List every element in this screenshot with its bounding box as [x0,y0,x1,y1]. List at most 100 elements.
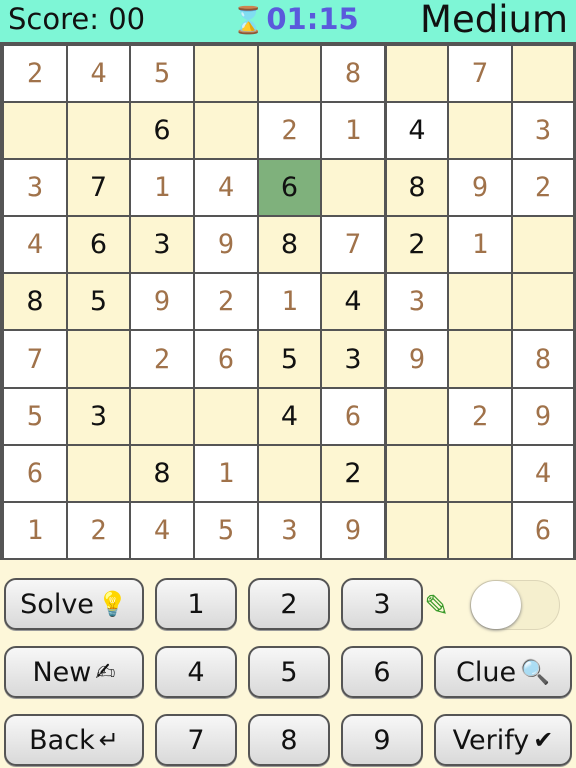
sudoku-cell-r7c5[interactable]: 4 [259,389,320,444]
sudoku-cell-r5c6[interactable]: 4 [322,274,384,329]
sudoku-cell-r9c7[interactable] [387,503,447,558]
back-button[interactable]: Back ↵ [4,714,144,766]
sudoku-cell-r9c6[interactable]: 9 [322,503,384,558]
digit-button-2[interactable]: 2 [248,578,330,630]
pencil-mode-toggle[interactable] [470,580,560,630]
sudoku-cell-r3c6[interactable] [322,160,384,215]
sudoku-cell-r7c7[interactable] [387,389,447,444]
sudoku-cell-r9c1[interactable]: 1 [4,503,66,558]
sudoku-cell-r3c5[interactable]: 6 [259,160,320,215]
new-button[interactable]: New ✍ [4,646,144,698]
sudoku-cell-r6c6[interactable]: 3 [322,331,384,387]
toggle-knob[interactable] [471,581,521,629]
sudoku-cell-r5c7[interactable]: 3 [387,274,447,329]
sudoku-cell-r1c1[interactable]: 2 [4,46,66,101]
sudoku-cell-r2c4[interactable] [195,103,257,158]
sudoku-cell-r2c2[interactable] [68,103,129,158]
sudoku-cell-r1c8[interactable]: 7 [449,46,511,101]
sudoku-cell-r7c2[interactable]: 3 [68,389,129,444]
sudoku-cell-r4c9[interactable] [513,217,573,272]
digit-button-8[interactable]: 8 [248,714,330,766]
sudoku-cell-r3c1[interactable]: 3 [4,160,66,215]
sudoku-cell-r7c3[interactable] [131,389,193,444]
sudoku-cell-r2c8[interactable] [449,103,511,158]
sudoku-cell-r7c9[interactable]: 9 [513,389,573,444]
sudoku-cell-r5c4[interactable]: 2 [195,274,257,329]
sudoku-cell-r9c5[interactable]: 3 [259,503,320,558]
sudoku-cell-r3c7[interactable]: 8 [387,160,447,215]
sudoku-cell-r2c6[interactable]: 1 [322,103,384,158]
sudoku-cell-r1c4[interactable] [195,46,257,101]
new-label: New [32,656,92,688]
lightbulb-icon: 💡 [97,590,128,618]
sudoku-cell-r1c2[interactable]: 4 [68,46,129,101]
sudoku-cell-r6c8[interactable] [449,331,511,387]
sudoku-cell-r9c8[interactable] [449,503,511,558]
sudoku-cell-r8c9[interactable]: 4 [513,446,573,501]
digit-button-1[interactable]: 1 [155,578,237,630]
sudoku-cell-r8c8[interactable] [449,446,511,501]
sudoku-cell-r6c5[interactable]: 5 [259,331,320,387]
sudoku-cell-r7c4[interactable] [195,389,257,444]
digit-button-9[interactable]: 9 [341,714,423,766]
sudoku-cell-r7c6[interactable]: 6 [322,389,384,444]
sudoku-cell-r8c2[interactable] [68,446,129,501]
digit-button-4[interactable]: 4 [155,646,237,698]
solve-button[interactable]: Solve 💡 [4,578,144,630]
sudoku-cell-r5c8[interactable] [449,274,511,329]
sudoku-cell-r1c6[interactable]: 8 [322,46,384,101]
sudoku-cell-r5c9[interactable] [513,274,573,329]
sudoku-cell-r6c1[interactable]: 7 [4,331,66,387]
sudoku-cell-r8c7[interactable] [387,446,447,501]
sudoku-cell-r8c6[interactable]: 2 [322,446,384,501]
sudoku-cell-r6c9[interactable]: 8 [513,331,573,387]
verify-button[interactable]: Verify ✔ [434,714,572,766]
sudoku-cell-r3c3[interactable]: 1 [131,160,193,215]
sudoku-cell-r6c4[interactable]: 6 [195,331,257,387]
sudoku-cell-r4c6[interactable]: 7 [322,217,384,272]
sudoku-cell-r4c4[interactable]: 9 [195,217,257,272]
sudoku-cell-r8c3[interactable]: 8 [131,446,193,501]
sudoku-cell-r9c2[interactable]: 2 [68,503,129,558]
sudoku-cell-r7c1[interactable]: 5 [4,389,66,444]
sudoku-cell-r2c1[interactable] [4,103,66,158]
sudoku-cell-r4c3[interactable]: 3 [131,217,193,272]
sudoku-cell-r6c7[interactable]: 9 [387,331,447,387]
sudoku-cell-r4c8[interactable]: 1 [449,217,511,272]
writing-hand-icon: ✍ [95,658,116,686]
sudoku-cell-r1c3[interactable]: 5 [131,46,193,101]
sudoku-cell-r9c3[interactable]: 4 [131,503,193,558]
sudoku-cell-r6c3[interactable]: 2 [131,331,193,387]
sudoku-cell-r9c9[interactable]: 6 [513,503,573,558]
sudoku-cell-r4c2[interactable]: 6 [68,217,129,272]
sudoku-cell-r2c9[interactable]: 3 [513,103,573,158]
sudoku-cell-r3c2[interactable]: 7 [68,160,129,215]
sudoku-cell-r5c1[interactable]: 8 [4,274,66,329]
sudoku-cell-r4c5[interactable]: 8 [259,217,320,272]
sudoku-cell-r2c3[interactable]: 6 [131,103,193,158]
digit-button-6[interactable]: 6 [341,646,423,698]
sudoku-cell-r6c2[interactable] [68,331,129,387]
sudoku-cell-r5c5[interactable]: 1 [259,274,320,329]
clue-button[interactable]: Clue 🔍 [434,646,572,698]
sudoku-cell-r2c7[interactable]: 4 [387,103,447,158]
sudoku-cell-r8c4[interactable]: 1 [195,446,257,501]
sudoku-cell-r1c9[interactable] [513,46,573,101]
digit-button-5[interactable]: 5 [248,646,330,698]
sudoku-cell-r3c8[interactable]: 9 [449,160,511,215]
sudoku-cell-r8c5[interactable] [259,446,320,501]
sudoku-cell-r2c5[interactable]: 2 [259,103,320,158]
digit-button-7[interactable]: 7 [155,714,237,766]
sudoku-cell-r1c7[interactable] [387,46,447,101]
digit-button-3[interactable]: 3 [341,578,423,630]
sudoku-cell-r4c7[interactable]: 2 [387,217,447,272]
sudoku-cell-r8c1[interactable]: 6 [4,446,66,501]
sudoku-cell-r3c9[interactable]: 2 [513,160,573,215]
sudoku-cell-r9c4[interactable]: 5 [195,503,257,558]
sudoku-cell-r7c8[interactable]: 2 [449,389,511,444]
sudoku-cell-r3c4[interactable]: 4 [195,160,257,215]
sudoku-cell-r5c2[interactable]: 5 [68,274,129,329]
sudoku-cell-r5c3[interactable]: 9 [131,274,193,329]
sudoku-cell-r1c5[interactable] [259,46,320,101]
sudoku-cell-r4c1[interactable]: 4 [4,217,66,272]
